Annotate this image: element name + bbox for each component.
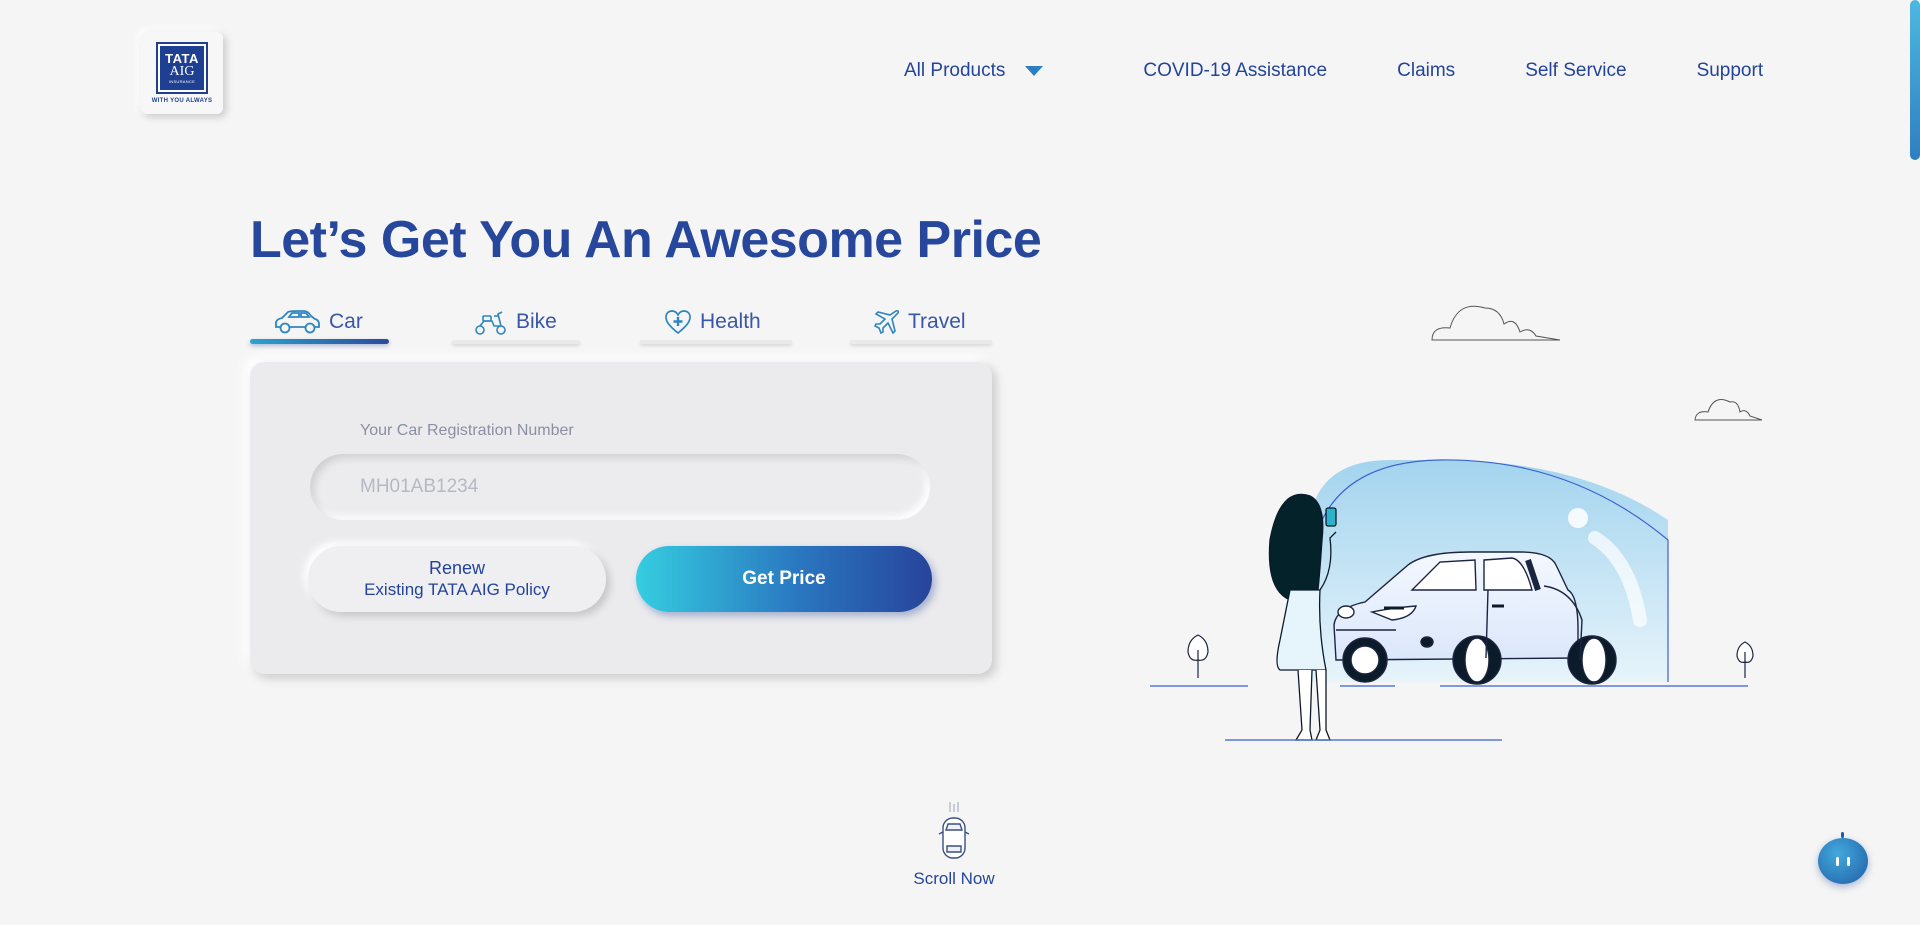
logo-text-aig: AIG [169,63,195,79]
cloud-large-icon [1431,305,1561,341]
tab-health[interactable]: Health [640,300,792,344]
chatbot-button[interactable] [1818,832,1868,884]
heart-plus-icon [664,309,692,335]
tata-aig-logo[interactable]: TATA AIG INSURANCE WITH YOU ALWAYS [141,32,223,114]
nav-all-products-label: All Products [904,60,1006,81]
chatbot-antenna [1841,832,1844,838]
scooter-icon [474,308,508,336]
car-icon [273,308,321,336]
tab-bike[interactable]: Bike [452,300,580,344]
logo-text-tata: TATA [165,50,199,66]
renew-button-line1: Renew [428,558,486,578]
tab-car-label: Car [329,310,363,333]
nav-covid-assistance[interactable]: COVID-19 Assistance [1143,60,1327,82]
quote-form-card: Your Car Registration Number Renew Exist… [250,362,992,674]
registration-number-input[interactable] [310,454,930,520]
page-scrollbar[interactable] [1910,0,1920,160]
cloud-small-icon [1694,399,1763,421]
nav-claims[interactable]: Claims [1397,60,1455,82]
tab-car[interactable]: Car [250,300,389,344]
scroll-now-label: Scroll Now [913,869,995,888]
chatbot-eye-right [1847,856,1850,866]
main-nav: All Products COVID-19 Assistance Claims … [904,60,1763,82]
tab-health-label: Health [700,310,761,333]
tab-travel[interactable]: Travel [850,300,992,344]
tab-car-indicator [250,339,389,344]
chatbot-eye-left [1836,856,1839,866]
tab-bike-indicator [452,340,580,344]
logo-emblem: TATA AIG INSURANCE [156,42,208,94]
scroll-now-button[interactable]: Scroll Now [912,800,996,889]
nav-support[interactable]: Support [1697,60,1764,82]
get-price-button[interactable]: Get Price [636,546,932,612]
tab-bike-label: Bike [516,310,557,333]
chevron-down-icon [1025,66,1044,76]
tab-health-indicator [640,340,792,344]
logo-tagline: WITH YOU ALWAYS [151,98,213,104]
page-title: Let’s Get You An Awesome Price [250,211,1042,269]
tab-travel-label: Travel [908,310,966,333]
nav-self-service[interactable]: Self Service [1525,60,1626,82]
airplane-icon [874,309,900,335]
tab-travel-indicator [850,340,992,344]
renew-policy-button[interactable]: Renew Existing TATA AIG Policy [308,546,606,612]
nav-all-products[interactable]: All Products [904,60,1044,82]
renew-button-line2: Existing TATA AIG Policy [364,580,550,599]
car-topview-icon [934,802,974,866]
tree-left-icon [1187,634,1209,678]
registration-field-label: Your Car Registration Number [360,422,574,439]
logo-text-insurance: INSURANCE [168,78,196,84]
hero-illustration [1140,290,1780,750]
product-tabs: Car Bike Health Travel [250,300,994,344]
tree-right-icon [1736,641,1754,678]
